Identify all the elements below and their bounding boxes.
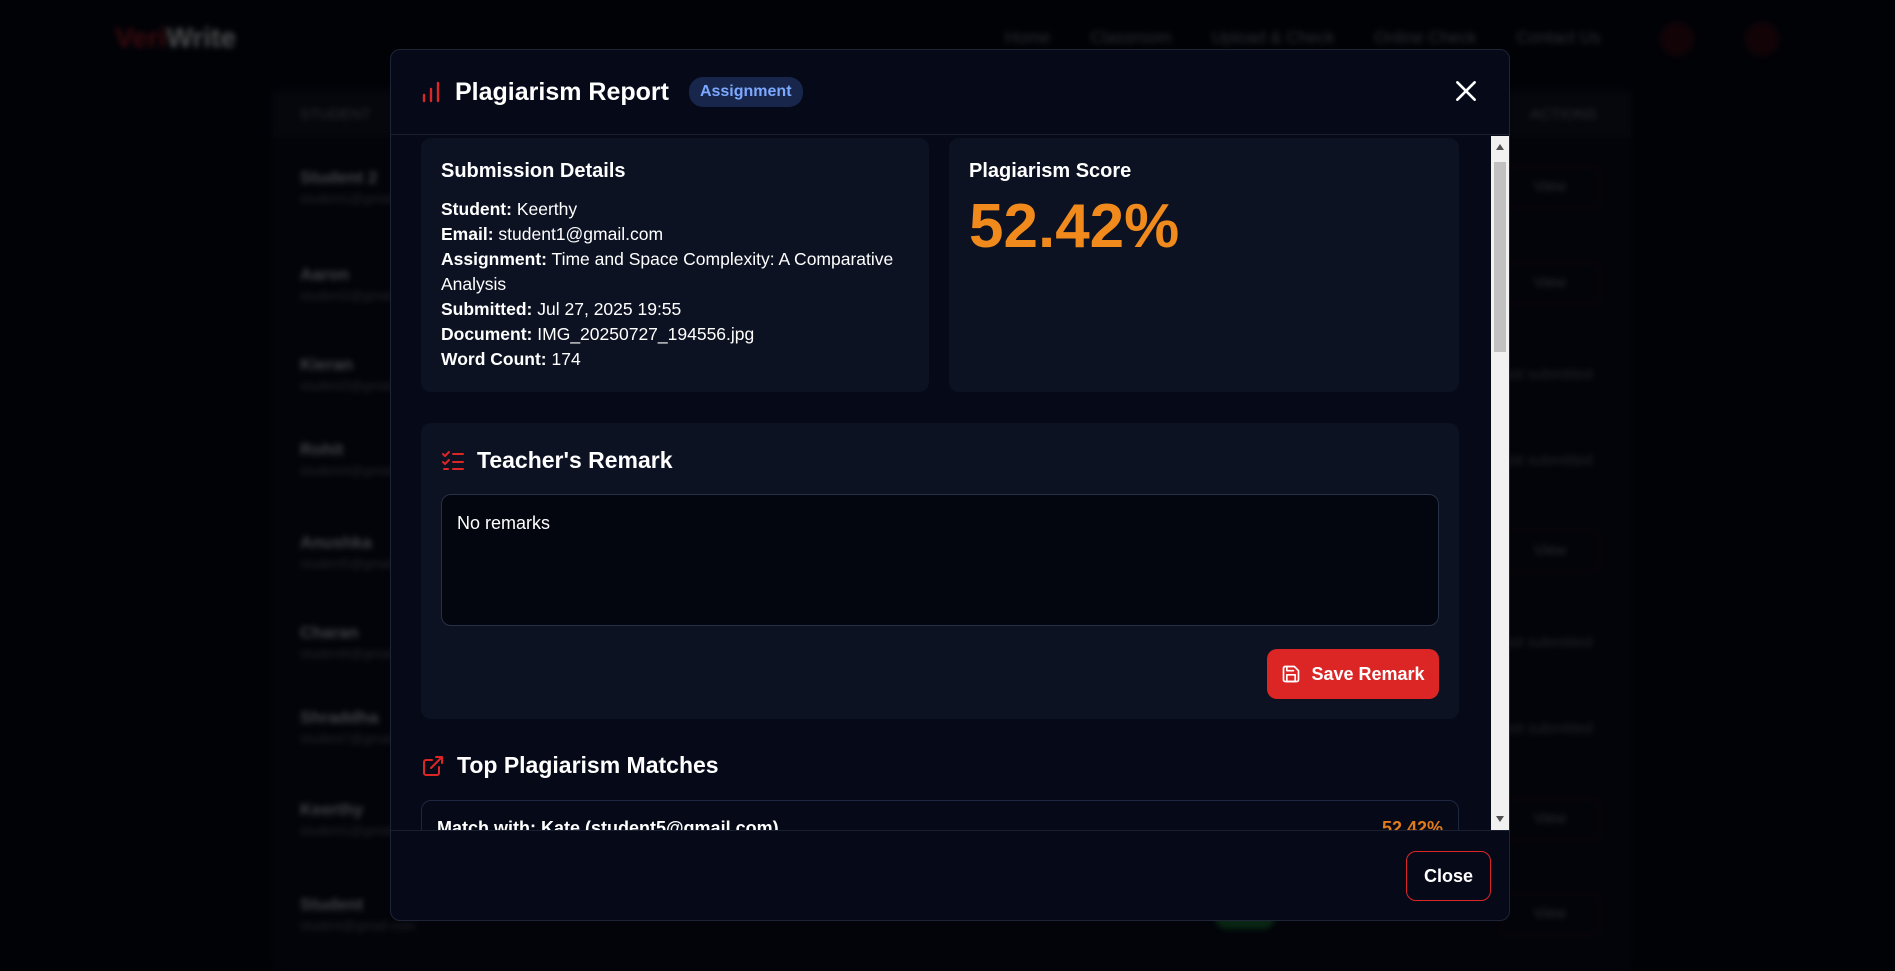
top-matches-title: Top Plagiarism Matches — [457, 752, 719, 778]
type-badge: Assignment — [688, 77, 803, 107]
modal-scrollbar[interactable] — [1491, 136, 1509, 830]
close-button[interactable]: Close — [1406, 851, 1491, 901]
scroll-thumb[interactable] — [1494, 162, 1506, 352]
teacher-remark-header: Teacher's Remark — [441, 447, 1439, 474]
scroll-down-arrow-icon[interactable] — [1491, 808, 1509, 830]
match-label: Match with: Kate (student5@gmail.com) — [437, 818, 779, 830]
detail-assignment: Assignment: Time and Space Complexity: A… — [441, 249, 894, 294]
modal-footer: Close — [391, 830, 1509, 920]
bar-chart-icon — [422, 81, 440, 103]
save-remark-button[interactable]: Save Remark — [1267, 649, 1439, 699]
plagiarism-score-value: 52.42% — [969, 192, 1180, 261]
detail-student: Student: Keerthy — [441, 199, 578, 219]
plagiarism-report-modal: Plagiarism Report Assignment Submission … — [390, 49, 1510, 921]
teacher-remark-card: Teacher's Remark No remarks Save Remark — [421, 423, 1459, 719]
modal-title: Plagiarism Report — [455, 77, 669, 106]
remark-textarea[interactable]: No remarks — [441, 494, 1439, 626]
top-matches-header: Top Plagiarism Matches — [421, 752, 719, 779]
plagiarism-score-card: Plagiarism Score 52.42% — [949, 138, 1459, 392]
detail-document: Document: IMG_20250727_194556.jpg — [441, 324, 755, 344]
modal-header: Plagiarism Report Assignment — [391, 50, 1509, 135]
close-icon[interactable] — [1453, 78, 1479, 104]
match-percent: 52.42% — [1381, 818, 1443, 830]
match-item[interactable]: Match with: Kate (student5@gmail.com) 52… — [421, 800, 1459, 830]
save-icon — [1283, 665, 1300, 683]
detail-submitted: Submitted: Jul 27, 2025 19:55 — [441, 299, 682, 319]
external-link-icon — [423, 755, 443, 776]
submission-details-card: Submission Details Student: Keerthy Emai… — [421, 138, 929, 392]
detail-email: Email: student1@gmail.com — [441, 224, 664, 244]
plagiarism-score-title: Plagiarism Score — [969, 160, 1132, 182]
detail-word-count: Word Count: 174 — [441, 349, 581, 369]
teacher-remark-title: Teacher's Remark — [477, 447, 673, 473]
checklist-icon — [442, 450, 464, 470]
scroll-up-arrow-icon[interactable] — [1491, 136, 1509, 158]
submission-details-title: Submission Details — [441, 160, 626, 182]
modal-body[interactable]: Submission Details Student: Keerthy Emai… — [391, 136, 1499, 830]
save-remark-label: Save Remark — [1311, 663, 1425, 684]
